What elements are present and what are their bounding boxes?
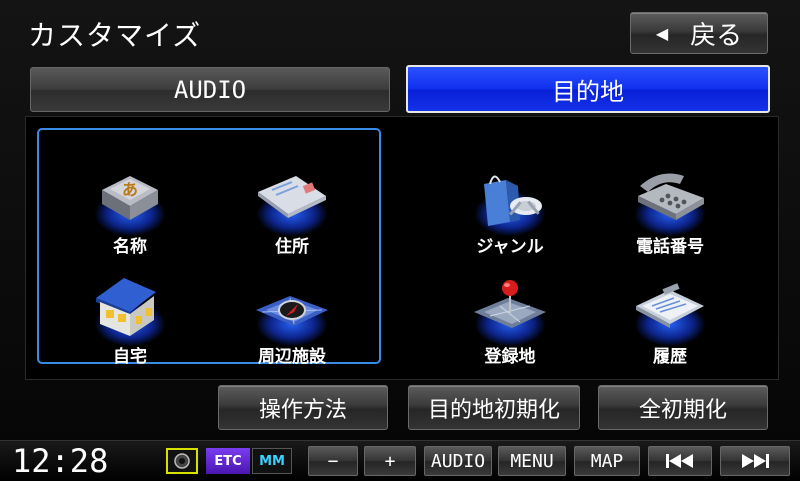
destination-reset-label: 目的地初期化 <box>427 397 560 423</box>
skip-back-icon <box>666 454 693 468</box>
item-history-label: 履歴 <box>653 347 687 367</box>
tab-destination-label: 目的地 <box>552 77 624 106</box>
item-home[interactable]: 自宅 <box>60 262 200 372</box>
menu-button[interactable]: MENU <box>498 446 566 476</box>
house-icon <box>96 278 156 336</box>
tab-audio[interactable]: AUDIO <box>30 67 390 112</box>
item-phone[interactable]: 電話番号 <box>600 152 740 262</box>
item-registered[interactable]: 登録地 <box>440 262 580 372</box>
howto-label: 操作方法 <box>258 397 347 423</box>
item-registered-label: 登録地 <box>484 347 536 367</box>
howto-button[interactable]: 操作方法 <box>218 385 388 430</box>
audio-button[interactable]: AUDIO <box>424 446 492 476</box>
item-home-label: 自宅 <box>113 347 147 367</box>
map-pin-icon <box>474 280 546 328</box>
clipboard-icon <box>636 283 704 328</box>
audio-label: AUDIO <box>430 450 486 472</box>
destination-reset-button[interactable]: 目的地初期化 <box>408 385 580 430</box>
clock: 12:28 <box>12 442 109 480</box>
item-phone-label: 電話番号 <box>636 237 704 257</box>
compass-map-icon <box>256 296 328 326</box>
all-reset-button[interactable]: 全初期化 <box>598 385 768 430</box>
item-nearby[interactable]: 周辺施設 <box>222 262 362 372</box>
item-genre[interactable]: ジャンル <box>440 152 580 262</box>
minus-label: − <box>327 450 339 472</box>
map-label: MAP <box>590 450 624 472</box>
next-track-button[interactable] <box>720 446 790 476</box>
page-title: カスタマイズ <box>28 19 202 52</box>
shopping-bag-icon <box>484 175 542 226</box>
tab-audio-label: AUDIO <box>173 75 247 104</box>
item-name[interactable]: あ 名称 <box>60 152 200 262</box>
etc-indicator: ETC <box>206 448 250 474</box>
back-button[interactable]: ◀ 戻る <box>630 12 768 54</box>
item-address-label: 住所 <box>275 237 309 257</box>
kana-key-icon: あ <box>102 176 158 220</box>
all-reset-label: 全初期化 <box>638 397 727 423</box>
envelope-icon <box>258 176 326 218</box>
item-address[interactable]: 住所 <box>222 152 362 262</box>
volume-up-button[interactable]: + <box>364 446 416 476</box>
svg-text:あ: あ <box>122 180 138 199</box>
volume-down-button[interactable]: − <box>308 446 358 476</box>
camera-indicator <box>166 448 198 474</box>
tab-destination[interactable]: 目的地 <box>406 65 770 113</box>
item-genre-label: ジャンル <box>476 237 544 257</box>
back-label: 戻る <box>690 20 743 51</box>
camera-icon <box>174 453 190 469</box>
plus-label: + <box>384 450 396 472</box>
previous-track-button[interactable] <box>648 446 712 476</box>
map-button[interactable]: MAP <box>574 446 640 476</box>
back-arrow-icon: ◀ <box>655 23 669 43</box>
mm-indicator: MM <box>252 448 292 474</box>
item-history[interactable]: 履歴 <box>600 262 740 372</box>
item-nearby-label: 周辺施設 <box>258 347 326 367</box>
item-name-label: 名称 <box>113 237 147 257</box>
menu-label: MENU <box>510 450 554 472</box>
skip-forward-icon <box>742 454 769 468</box>
app-screen: カスタマイズ ◀ 戻る AUDIO 目的地 あ 名称 住所 ジャンル 電話番号 … <box>0 0 800 481</box>
telephone-icon <box>638 173 704 220</box>
